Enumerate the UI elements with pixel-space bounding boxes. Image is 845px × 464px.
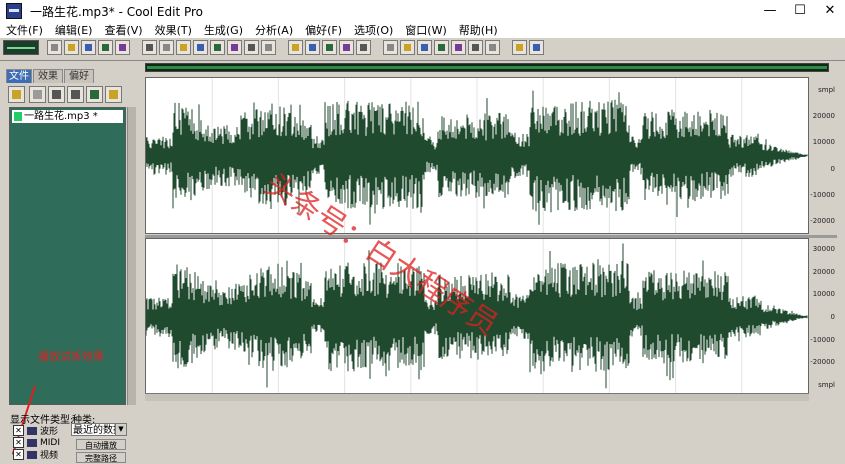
- settings-icon[interactable]: [512, 40, 527, 55]
- save-icon[interactable]: [81, 40, 96, 55]
- menu-analyze[interactable]: 分析(A): [249, 22, 299, 38]
- ruler-tick-label: smpl: [818, 380, 835, 389]
- annotation-note: 播放试听效果: [38, 350, 104, 363]
- waveform-left: [146, 78, 808, 233]
- auto-play-button[interactable]: 自动播放: [76, 439, 126, 450]
- menu-window[interactable]: 窗口(W): [399, 22, 452, 38]
- edit-icon[interactable]: [67, 86, 84, 103]
- marker-icon[interactable]: [356, 40, 371, 55]
- full-path-button[interactable]: 完整路径: [76, 452, 126, 463]
- ruler-tick-label: 30000: [812, 245, 835, 254]
- close-file-icon[interactable]: [29, 86, 46, 103]
- amplitude-ruler-top: smpl 20000 10000 0 -10000 -20000: [809, 77, 837, 234]
- cut-icon[interactable]: [176, 40, 191, 55]
- stop-icon[interactable]: [468, 40, 483, 55]
- window-title: 一路生花.mp3* - Cool Edit Pro: [30, 4, 204, 19]
- toolbar: [0, 38, 845, 61]
- check-video[interactable]: ✕ 视频: [13, 449, 59, 461]
- menu-view[interactable]: 查看(V): [98, 22, 148, 38]
- menu-file[interactable]: 文件(F): [0, 22, 49, 38]
- amplitude-ruler-bottom: 30000 20000 10000 0 -10000 -20000 smpl: [809, 238, 837, 396]
- organizer-panel: 文件 效果 偏好 一路生花.mp3 * 播放试听效果 显示文件类型: 种类: 最…: [0, 61, 137, 463]
- ruler-tick-label: 0: [830, 313, 835, 321]
- close-button[interactable]: ✕: [815, 0, 845, 22]
- loop-icon[interactable]: [322, 40, 337, 55]
- waveform-editor: smpl 20000 10000 0 -10000 -20000 30000 20000 10…: [137, 61, 845, 400]
- check-waveform[interactable]: ✕ 波形: [13, 425, 59, 437]
- zoom-out-icon[interactable]: [417, 40, 432, 55]
- grid-icon[interactable]: [115, 40, 130, 55]
- zoom-icon[interactable]: [383, 40, 398, 55]
- copy-icon[interactable]: [193, 40, 208, 55]
- help-icon[interactable]: [529, 40, 544, 55]
- tab-favorites[interactable]: 偏好: [64, 69, 94, 83]
- redo-icon[interactable]: [159, 40, 174, 55]
- checkbox-icon[interactable]: ✕: [13, 437, 24, 448]
- ruler-tick-label: 10000: [812, 290, 835, 299]
- ruler-tick-label: 20000: [812, 267, 835, 276]
- type-select[interactable]: 最近的数据 ▼: [71, 423, 127, 436]
- menu-help[interactable]: 帮助(H): [453, 22, 504, 38]
- ruler-tick-label: smpl: [818, 86, 835, 95]
- spectral-icon[interactable]: [288, 40, 303, 55]
- open-icon[interactable]: [64, 40, 79, 55]
- title-bar: 一路生花.mp3* - Cool Edit Pro — ☐ ✕: [0, 0, 845, 22]
- cool-edit-app-icon: [6, 3, 22, 19]
- insert-icon[interactable]: [48, 86, 65, 103]
- waveform-right: [146, 239, 808, 395]
- clip-icon[interactable]: [485, 40, 500, 55]
- check-label: MIDI: [40, 437, 61, 448]
- ruler-tick-label: -20000: [810, 358, 835, 367]
- maximize-button[interactable]: ☐: [785, 0, 815, 22]
- tab-effects[interactable]: 效果: [33, 69, 63, 83]
- file-list-scrollbar[interactable]: [127, 107, 136, 405]
- checkbox-icon[interactable]: ✕: [13, 449, 24, 460]
- checkbox-icon[interactable]: ✕: [13, 425, 24, 436]
- waveform-channel-right[interactable]: [145, 238, 809, 396]
- trim-icon[interactable]: [261, 40, 276, 55]
- tab-files[interactable]: 文件: [6, 69, 32, 83]
- cue-icon[interactable]: [339, 40, 354, 55]
- ruler-tick-label: 0: [830, 164, 835, 173]
- midi-type-icon: [27, 438, 37, 447]
- check-label: 波形: [40, 427, 59, 437]
- frequency-icon[interactable]: [305, 40, 320, 55]
- zoom-in-icon[interactable]: [400, 40, 415, 55]
- play-icon[interactable]: [434, 40, 449, 55]
- ruler-tick-label: 20000: [812, 112, 835, 121]
- video-type-icon: [27, 450, 37, 459]
- waveform-channel-left[interactable]: [145, 77, 809, 234]
- help-icon[interactable]: [105, 86, 122, 103]
- wave-file-icon: [14, 111, 22, 121]
- waveform-type-icon: [27, 426, 37, 435]
- check-midi[interactable]: ✕ MIDI: [13, 437, 60, 448]
- file-name: 一路生花.mp3 *: [24, 111, 98, 122]
- undo-icon[interactable]: [142, 40, 157, 55]
- new-icon[interactable]: [47, 40, 62, 55]
- window-controls: — ☐ ✕: [755, 0, 845, 22]
- mix-icon[interactable]: [86, 86, 103, 103]
- list-item[interactable]: 一路生花.mp3 *: [12, 110, 123, 123]
- save-all-icon[interactable]: [98, 40, 113, 55]
- chevron-down-icon[interactable]: ▼: [115, 424, 126, 435]
- check-label: 视频: [40, 451, 59, 461]
- mix-paste-icon[interactable]: [244, 40, 259, 55]
- ruler-tick-label: -20000: [810, 216, 835, 225]
- menu-favorites[interactable]: 偏好(F): [299, 22, 348, 38]
- paste-icon[interactable]: [210, 40, 225, 55]
- menu-edit[interactable]: 编辑(E): [49, 22, 99, 38]
- paste-new-icon[interactable]: [227, 40, 242, 55]
- ruler-tick-label: -10000: [810, 190, 835, 199]
- overview-bar[interactable]: [145, 63, 829, 72]
- menu-bar: 文件(F) 编辑(E) 查看(V) 效果(T) 生成(G) 分析(A) 偏好(F…: [0, 22, 845, 39]
- menu-effects[interactable]: 效果(T): [149, 22, 198, 38]
- record-icon[interactable]: [451, 40, 466, 55]
- ruler-tick-label: -10000: [810, 335, 835, 344]
- minimize-button[interactable]: —: [755, 0, 785, 22]
- waveform-view-icon[interactable]: [3, 40, 39, 55]
- menu-options[interactable]: 选项(O): [348, 22, 399, 38]
- open-folder-icon[interactable]: [8, 86, 25, 103]
- menu-generate[interactable]: 生成(G): [198, 22, 249, 38]
- ruler-tick-label: 10000: [812, 138, 835, 147]
